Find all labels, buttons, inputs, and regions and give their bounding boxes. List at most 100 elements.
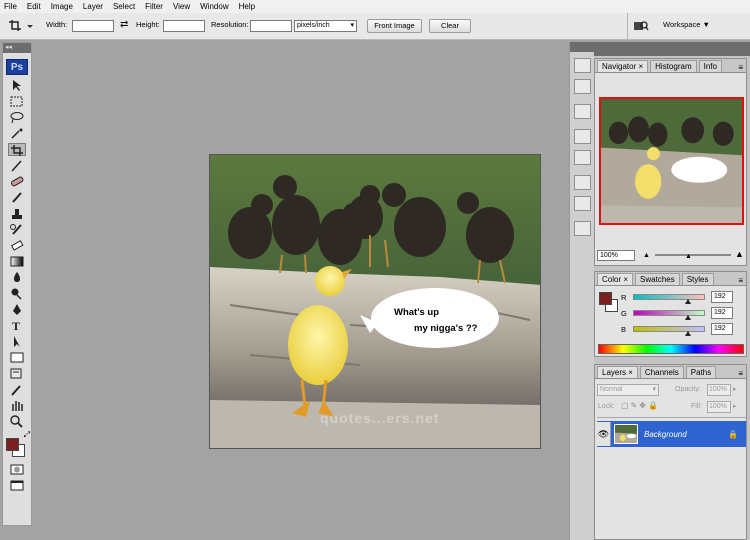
fill-caret-icon[interactable]: ▸ xyxy=(733,402,737,410)
panel-dock-grip[interactable] xyxy=(594,42,750,56)
gradient-tool-icon[interactable] xyxy=(8,255,26,268)
fill-field[interactable]: 100% xyxy=(707,401,731,413)
tab-navigator[interactable]: Navigator × xyxy=(597,60,649,72)
red-slider[interactable] xyxy=(633,294,705,304)
crop-tool-icon[interactable] xyxy=(8,143,26,156)
green-slider[interactable] xyxy=(633,310,705,320)
blue-slider[interactable] xyxy=(633,326,705,336)
clone-source-icon[interactable] xyxy=(573,129,591,144)
menu-image[interactable]: Image xyxy=(51,2,73,11)
healing-brush-icon[interactable] xyxy=(8,175,26,188)
panel-menu-icon[interactable]: ≡ xyxy=(738,276,746,285)
color-spectrum-bar[interactable] xyxy=(598,344,744,354)
menu-filter[interactable]: Filter xyxy=(145,2,163,11)
eraser-tool-icon[interactable] xyxy=(8,239,26,252)
height-field[interactable] xyxy=(163,20,205,32)
blue-slider-handle[interactable] xyxy=(685,331,691,336)
tab-styles[interactable]: Styles xyxy=(681,273,714,285)
menu-layer[interactable]: Layer xyxy=(83,2,103,11)
zoom-tool-icon[interactable] xyxy=(8,415,26,428)
tab-swatches[interactable]: Swatches xyxy=(635,273,680,285)
menu-file[interactable]: File xyxy=(4,2,17,11)
dock-grip[interactable] xyxy=(570,42,594,52)
color-swatches[interactable]: ⤢ xyxy=(4,430,30,460)
tab-layers[interactable]: Layers × xyxy=(597,366,638,378)
menu-view[interactable]: View xyxy=(173,2,190,11)
quick-mask-icon[interactable] xyxy=(8,463,26,476)
tab-layers-label: Layers xyxy=(602,368,627,377)
tab-channels[interactable]: Channels xyxy=(639,366,684,378)
close-icon[interactable]: × xyxy=(623,275,628,284)
red-slider-handle[interactable] xyxy=(685,299,691,304)
tool-presets-icon[interactable] xyxy=(573,58,591,73)
screen-mode-icon[interactable] xyxy=(8,479,26,492)
green-value-field[interactable]: 192 xyxy=(711,307,733,319)
tab-paths[interactable]: Paths xyxy=(685,366,717,378)
zoom-in-icon[interactable]: ▲ xyxy=(735,249,744,259)
red-value-field[interactable]: 192 xyxy=(711,291,733,303)
tab-color[interactable]: Color × xyxy=(597,273,634,285)
dodge-tool-icon[interactable] xyxy=(8,287,26,300)
blend-mode-select[interactable]: Normal ▾ xyxy=(597,384,659,396)
green-slider-handle[interactable] xyxy=(685,315,691,320)
pen-tool-icon[interactable] xyxy=(8,303,26,316)
clone-stamp-icon[interactable] xyxy=(8,207,26,220)
brushes-icon[interactable] xyxy=(573,104,591,119)
notes-tool-icon[interactable] xyxy=(8,367,26,380)
width-field[interactable] xyxy=(72,20,114,32)
opacity-field[interactable]: 100% xyxy=(707,384,731,396)
brush-tool-icon[interactable] xyxy=(8,191,26,204)
move-tool-icon[interactable] xyxy=(8,79,26,92)
workspace-menu[interactable]: Workspace ▼ xyxy=(663,20,710,29)
history-brush-icon[interactable] xyxy=(8,223,26,236)
panel-menu-icon[interactable]: ≡ xyxy=(738,63,746,72)
actions-icon[interactable] xyxy=(573,79,591,94)
menu-window[interactable]: Window xyxy=(200,2,228,11)
toolbox-grip[interactable]: ◂◂ xyxy=(3,43,31,53)
tool-preset-picker[interactable] xyxy=(8,18,34,34)
panel-menu-icon[interactable]: ≡ xyxy=(738,369,746,378)
tab-histogram[interactable]: Histogram xyxy=(650,60,697,72)
opacity-caret-icon[interactable]: ▸ xyxy=(733,385,737,393)
resolution-field[interactable] xyxy=(250,20,292,32)
swap-colors-icon[interactable]: ⤢ xyxy=(24,430,30,440)
foreground-color-swatch[interactable] xyxy=(6,438,19,451)
menu-select[interactable]: Select xyxy=(113,2,135,11)
bridge-icon[interactable] xyxy=(633,20,649,32)
clear-button[interactable]: Clear xyxy=(429,19,471,33)
lasso-tool-icon[interactable] xyxy=(8,111,26,124)
layer-comps-icon[interactable] xyxy=(573,150,591,165)
lock-options-icons[interactable]: ▢✎✥🔒 xyxy=(621,401,660,410)
zoom-slider[interactable] xyxy=(655,254,731,256)
close-icon[interactable]: × xyxy=(638,62,643,71)
zoom-field[interactable]: 100% xyxy=(597,250,635,261)
blue-value-field[interactable]: 192 xyxy=(711,323,733,335)
magic-wand-tool-icon[interactable] xyxy=(8,127,26,140)
blur-tool-icon[interactable] xyxy=(8,271,26,284)
eyedropper-tool-icon[interactable] xyxy=(8,383,26,396)
hand-tool-icon[interactable] xyxy=(8,399,26,412)
tab-info[interactable]: Info xyxy=(698,60,722,72)
document-canvas[interactable]: What's up my nigga's ?? quotes...ers.net xyxy=(209,154,541,449)
menu-edit[interactable]: Edit xyxy=(27,2,41,11)
type-tool-icon[interactable]: T xyxy=(8,319,26,333)
shape-tool-icon[interactable] xyxy=(8,351,26,364)
height-label: Height: xyxy=(136,20,160,29)
layer-row-background[interactable]: 👁 Background 🔒 xyxy=(597,421,746,447)
menu-help[interactable]: Help xyxy=(239,2,255,11)
front-image-button[interactable]: Front Image xyxy=(367,19,422,33)
paragraph-icon[interactable] xyxy=(573,196,591,211)
close-icon[interactable]: × xyxy=(628,368,633,377)
swap-icon[interactable]: ⇄ xyxy=(120,19,128,30)
resolution-units-select[interactable]: pixels/inch ▾ xyxy=(294,20,357,32)
navigator-thumbnail[interactable] xyxy=(599,97,744,225)
slice-tool-icon[interactable] xyxy=(8,159,26,172)
zoom-out-icon[interactable]: ▲ xyxy=(643,252,650,259)
marquee-tool-icon[interactable] xyxy=(8,95,26,108)
notes-icon[interactable] xyxy=(573,221,591,236)
eye-icon[interactable]: 👁 xyxy=(597,422,611,446)
character-icon[interactable] xyxy=(573,175,591,190)
zoom-slider-handle[interactable]: ▲ xyxy=(685,253,692,260)
color-panel-foreground[interactable] xyxy=(599,292,612,305)
path-selection-icon[interactable] xyxy=(8,335,26,348)
